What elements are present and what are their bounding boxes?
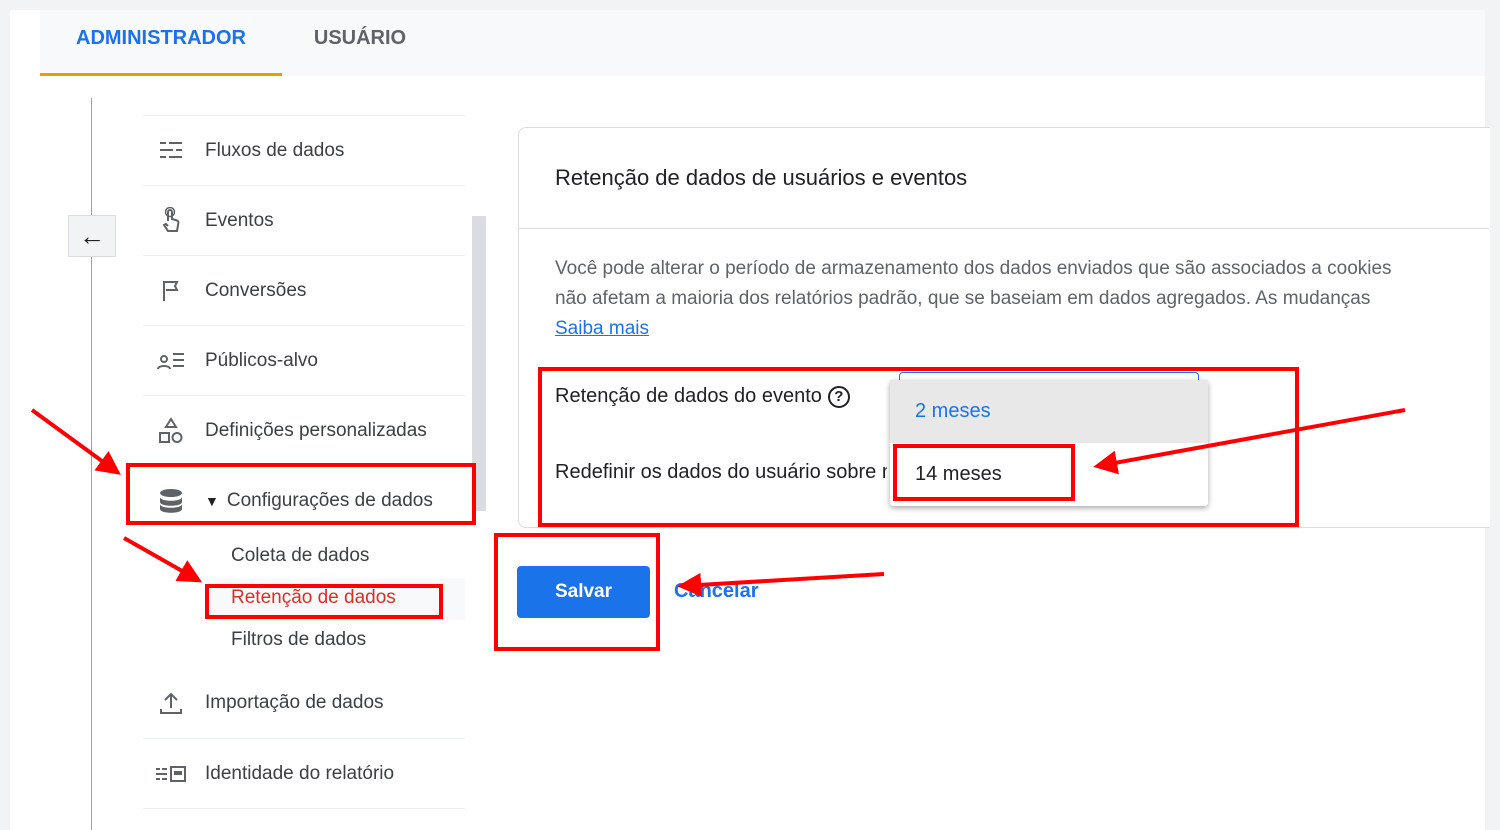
reset-user-data-field: Redefinir os dados do usuário sobre nova… bbox=[555, 461, 887, 484]
sidebar-item-label: Eventos bbox=[205, 209, 274, 231]
dropdown-option-14-meses[interactable]: 14 meses bbox=[890, 443, 1208, 506]
sidebar-item-label: Importação de dados bbox=[205, 692, 384, 713]
tab-usuario[interactable]: USUÁRIO bbox=[290, 10, 430, 76]
dropdown-option-2-meses[interactable]: 2 meses bbox=[890, 380, 1208, 443]
event-retention-field: Retenção de dados do evento? bbox=[555, 385, 850, 408]
cancel-button[interactable]: Cancelar bbox=[674, 580, 759, 603]
reset-user-data-label: Redefinir os dados do usuário sobre nova… bbox=[555, 461, 887, 483]
upload-icon bbox=[143, 690, 199, 716]
data-streams-icon bbox=[143, 139, 199, 163]
sidebar-item-identidade-do-relatorio[interactable]: Identidade do relatório bbox=[143, 738, 465, 808]
sidebar-item-eventos[interactable]: Eventos bbox=[143, 185, 465, 255]
sidebar-scrollbar[interactable] bbox=[472, 216, 486, 511]
sidebar-separator bbox=[143, 808, 465, 809]
sidebar-subitem-retencao-de-dados[interactable]: Retenção de dados bbox=[231, 587, 396, 609]
back-button[interactable]: ← bbox=[68, 215, 116, 257]
sidebar-item-configuracoes-de-dados[interactable]: ▼ Configurações de dados bbox=[143, 465, 465, 535]
help-icon[interactable]: ? bbox=[827, 385, 850, 408]
caret-down-icon: ▼ bbox=[205, 492, 219, 509]
shapes-icon bbox=[143, 416, 199, 445]
audience-icon bbox=[143, 349, 199, 373]
sidebar-item-importacao-de-dados[interactable]: Importação de dados bbox=[143, 668, 465, 738]
save-button[interactable]: Salvar bbox=[517, 566, 650, 618]
description-line-1: Você pode alterar o período de armazenam… bbox=[555, 258, 1392, 279]
sidebar-subitem-filtros-de-dados[interactable]: Filtros de dados bbox=[231, 629, 366, 651]
sidebar-divider bbox=[91, 98, 92, 830]
sidebar-item-label: Conversões bbox=[205, 279, 307, 301]
database-icon bbox=[143, 487, 199, 515]
card-divider bbox=[519, 228, 1489, 229]
sidebar-item-label: Públicos-alvo bbox=[205, 349, 318, 371]
touch-icon bbox=[143, 206, 199, 235]
card-description: Você pode alterar o período de armazenam… bbox=[555, 254, 1490, 344]
sidebar-item-label: Definições personalizadas bbox=[205, 419, 427, 441]
top-tab-bar: ADMINISTRADOR USUÁRIO bbox=[40, 10, 1485, 76]
description-line-2: não afetam a maioria dos relatórios padr… bbox=[555, 288, 1371, 309]
report-identity-icon bbox=[143, 764, 199, 784]
retention-dropdown-menu: 2 meses 14 meses bbox=[890, 380, 1208, 506]
event-retention-label: Retenção de dados do evento bbox=[555, 385, 822, 407]
sidebar-item-label: Fluxos de dados bbox=[205, 139, 345, 161]
sidebar-item-label: Configurações de dados bbox=[226, 489, 433, 511]
sidebar-item-conversoes[interactable]: Conversões bbox=[143, 255, 465, 325]
flag-icon bbox=[143, 279, 199, 303]
arrow-left-icon: ← bbox=[79, 220, 105, 251]
sidebar-item-fluxos-de-dados[interactable]: Fluxos de dados bbox=[143, 115, 465, 185]
sidebar-item-definicoes-personalizadas[interactable]: Definições personalizadas bbox=[143, 395, 465, 465]
sidebar-subitem-coleta-de-dados[interactable]: Coleta de dados bbox=[231, 545, 369, 567]
tab-administrador[interactable]: ADMINISTRADOR bbox=[40, 10, 282, 76]
card-title: Retenção de dados de usuários e eventos bbox=[555, 165, 968, 190]
sidebar-item-label: Identidade do relatório bbox=[205, 762, 395, 784]
learn-more-link[interactable]: Saiba mais bbox=[555, 318, 649, 339]
sidebar-item-publicos-alvo[interactable]: Públicos-alvo bbox=[143, 325, 465, 395]
